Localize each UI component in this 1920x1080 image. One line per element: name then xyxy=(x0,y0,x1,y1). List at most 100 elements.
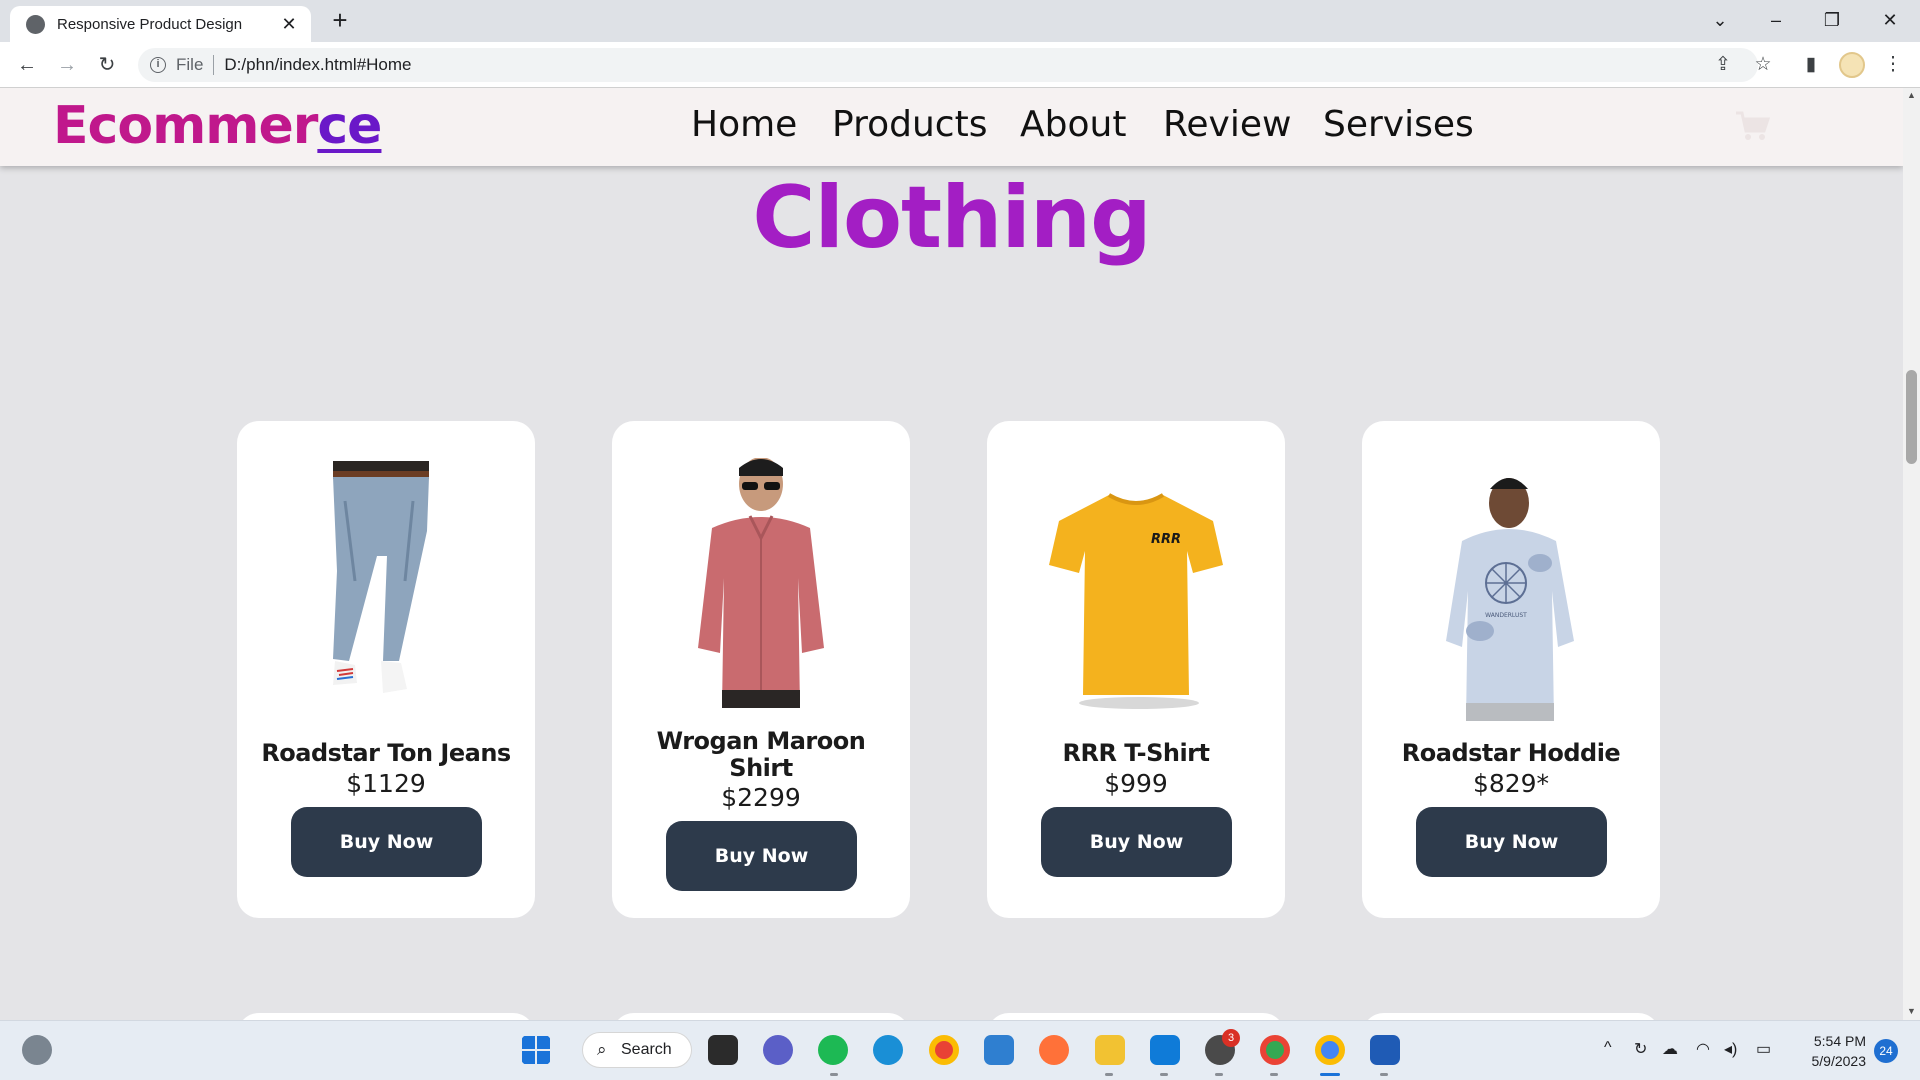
clock-date: 5/9/2023 xyxy=(1811,1053,1867,1069)
page-viewport: Ecommerce Home Products About Review Ser… xyxy=(0,88,1903,1020)
hoodie-model-image: WANDERLUST xyxy=(1446,478,1574,721)
logo-main: Ecommer xyxy=(53,96,318,156)
reload-icon[interactable]: ↻ xyxy=(92,50,122,80)
wifi-icon[interactable]: ◠ xyxy=(1696,1039,1710,1059)
browser-tab[interactable]: Responsive Product Design ✕ xyxy=(10,6,311,42)
url-scheme: File xyxy=(176,55,204,74)
clock-time: 5:54 PM xyxy=(1813,1033,1866,1049)
buy-now-button[interactable]: Buy Now xyxy=(666,821,857,891)
vscode-icon[interactable] xyxy=(1150,1035,1180,1065)
file-explorer-icon[interactable] xyxy=(1095,1035,1125,1065)
running-indicator xyxy=(830,1073,838,1076)
close-window-button[interactable]: ✕ xyxy=(1870,4,1910,36)
share-icon[interactable]: ⇪ xyxy=(1709,51,1737,79)
cloud-icon[interactable]: ☁ xyxy=(1662,1039,1678,1059)
search-label: Search xyxy=(621,1041,672,1058)
chrome-profile-icon[interactable] xyxy=(1260,1035,1290,1065)
product-price: $999 xyxy=(1104,769,1168,798)
scroll-up-icon[interactable]: ▲ xyxy=(1903,90,1920,100)
minimize-button[interactable]: – xyxy=(1756,4,1796,36)
product-card: RRR RRR T-Shirt $999 Buy Now xyxy=(987,421,1285,918)
notification-count[interactable]: 24 xyxy=(1874,1039,1898,1063)
chat-icon[interactable] xyxy=(763,1035,793,1065)
tab-search-icon[interactable]: ⌄ xyxy=(1700,4,1740,36)
jeans-model-image xyxy=(333,461,429,693)
cart-icon[interactable] xyxy=(1734,110,1770,142)
product-card-next-row xyxy=(1362,1013,1660,1020)
logo-tail: ce xyxy=(317,96,382,156)
site-logo[interactable]: Ecommerce xyxy=(53,96,382,156)
more-menu-icon[interactable]: ⋮ xyxy=(1879,51,1907,79)
product-card: WANDERLUST Roadstar Hoddie $829* Buy Now xyxy=(1362,421,1660,918)
chrome-active-icon[interactable] xyxy=(1315,1035,1345,1065)
product-card-next-row xyxy=(987,1013,1285,1020)
running-indicator xyxy=(1270,1073,1278,1076)
site-navbar: Ecommerce Home Products About Review Ser… xyxy=(0,88,1903,166)
back-icon[interactable]: ← xyxy=(12,50,42,80)
product-name: Roadstar Ton Jeans xyxy=(261,739,511,767)
product-price: $829* xyxy=(1472,769,1550,798)
profile-avatar[interactable] xyxy=(1839,52,1865,78)
scroll-down-icon[interactable]: ▼ xyxy=(1903,1006,1920,1016)
nav-home[interactable]: Home xyxy=(691,104,797,145)
buy-now-button[interactable]: Buy Now xyxy=(291,807,482,877)
product-card: Wrogan Maroon Shirt $2299 Buy Now xyxy=(612,421,910,918)
running-indicator xyxy=(1160,1073,1168,1076)
chevron-up-icon[interactable]: ^ xyxy=(1604,1039,1612,1057)
side-panel-icon[interactable]: ▮ xyxy=(1797,51,1825,79)
new-tab-button[interactable]: + xyxy=(325,6,355,36)
nav-review[interactable]: Review xyxy=(1163,104,1291,145)
nav-about[interactable]: About xyxy=(1020,104,1126,145)
nav-services[interactable]: Servises xyxy=(1323,104,1474,145)
sync-icon[interactable]: ↻ xyxy=(1634,1039,1647,1059)
close-tab-icon[interactable]: ✕ xyxy=(279,14,299,35)
mail-icon[interactable] xyxy=(984,1035,1014,1065)
running-indicator xyxy=(1380,1073,1388,1076)
section-heading: Clothing xyxy=(752,168,1151,268)
product-card-next-row xyxy=(237,1013,535,1020)
url-text[interactable]: D:/phn/index.html#Home xyxy=(224,55,411,75)
active-indicator xyxy=(1320,1073,1340,1076)
globe-icon xyxy=(26,14,45,34)
spotify-icon[interactable] xyxy=(818,1035,848,1065)
clock[interactable]: 5:54 PM 5/9/2023 xyxy=(1780,1031,1867,1071)
task-view-icon[interactable] xyxy=(708,1035,738,1065)
battery-icon[interactable]: ▭ xyxy=(1756,1039,1771,1059)
taskbar-search[interactable]: ⌕ Search xyxy=(582,1032,692,1068)
product-card-next-row xyxy=(612,1013,910,1020)
url-separator xyxy=(213,55,215,75)
product-card: Roadstar Ton Jeans $1129 Buy Now xyxy=(237,421,535,918)
page-scrollbar[interactable]: ▲ ▼ xyxy=(1903,88,1920,1020)
forward-icon[interactable]: → xyxy=(52,50,82,80)
product-name: RRR T-Shirt xyxy=(1062,739,1210,767)
word-icon[interactable] xyxy=(1370,1035,1400,1065)
bookmark-star-icon[interactable]: ☆ xyxy=(1749,51,1777,79)
product-price: $2299 xyxy=(721,783,801,812)
running-indicator xyxy=(1105,1073,1113,1076)
tab-strip: Responsive Product Design ✕ + ⌄ – ❐ ✕ xyxy=(0,0,1920,42)
tab-title: Responsive Product Design xyxy=(57,15,243,33)
product-price: $1129 xyxy=(346,769,426,798)
product-name: Wrogan Maroon Shirt xyxy=(656,727,866,782)
chrome-icon[interactable] xyxy=(929,1035,959,1065)
edge-icon[interactable] xyxy=(873,1035,903,1065)
product-name: Roadstar Hoddie xyxy=(1401,739,1621,767)
shirt-model-image xyxy=(698,458,824,708)
address-bar[interactable]: i File D:/phn/index.html#Home xyxy=(138,48,1758,82)
yellow-tshirt-image: RRR xyxy=(1049,493,1223,709)
buy-now-button[interactable]: Buy Now xyxy=(1416,807,1607,877)
firefox-icon[interactable] xyxy=(1039,1035,1069,1065)
restore-button[interactable]: ❐ xyxy=(1812,4,1852,36)
widgets-icon[interactable] xyxy=(22,1035,52,1065)
search-icon: ⌕ xyxy=(597,1040,607,1059)
nav-products[interactable]: Products xyxy=(832,104,987,145)
hoodie-print: WANDERLUST xyxy=(1485,612,1527,619)
tshirt-print: RRR xyxy=(1151,532,1181,547)
site-info-icon[interactable]: i xyxy=(150,57,166,73)
buy-now-button[interactable]: Buy Now xyxy=(1041,807,1232,877)
start-icon[interactable] xyxy=(521,1035,551,1065)
scroll-thumb[interactable] xyxy=(1906,370,1917,464)
volume-icon[interactable]: ◂) xyxy=(1724,1039,1737,1059)
whatsapp-badge: 3 xyxy=(1222,1029,1240,1047)
running-indicator xyxy=(1215,1073,1223,1076)
